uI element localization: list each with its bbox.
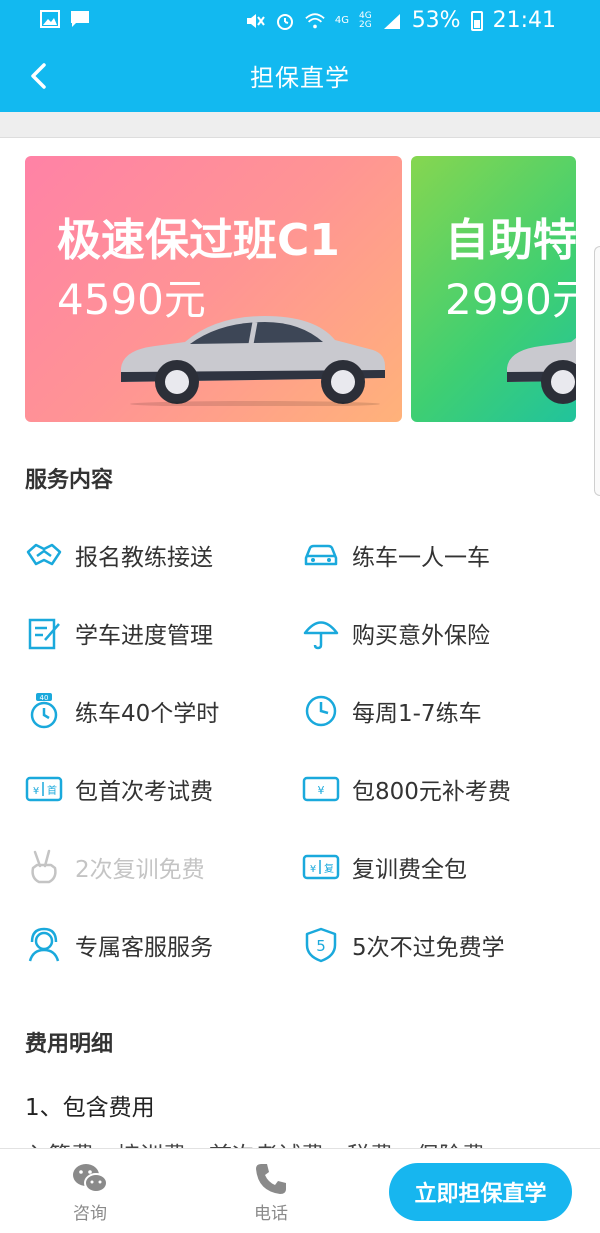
service-item: ¥ 包800元补考费 bbox=[302, 770, 511, 808]
service-item: 购买意外保险 bbox=[302, 614, 490, 652]
car-illustration bbox=[121, 316, 385, 406]
umbrella-icon bbox=[303, 621, 339, 650]
service-item: 40 练车40个学时 bbox=[25, 692, 219, 730]
mute-icon bbox=[246, 13, 265, 28]
service-item: 5 5次不过免费学 bbox=[302, 926, 505, 964]
service-label: 每周1-7练车 bbox=[352, 701, 482, 727]
service-label: 学车进度管理 bbox=[75, 623, 213, 649]
service-label: 包首次考试费 bbox=[75, 779, 213, 805]
clock-time: 21:41 bbox=[492, 8, 556, 33]
service-label: 练车一人一车 bbox=[352, 545, 490, 571]
wechat-icon bbox=[73, 1164, 108, 1193]
repeat-character: 复 bbox=[324, 862, 334, 875]
service-label: 5次不过免费学 bbox=[352, 935, 505, 961]
consult-tab[interactable]: 咨询 bbox=[50, 1161, 130, 1224]
stopwatch-40-icon: 40 bbox=[30, 693, 58, 729]
service-label: 专属客服服务 bbox=[75, 935, 213, 961]
image-notification-icon bbox=[40, 10, 60, 28]
status-bar: 4G 4G 2G 53% 21:41 bbox=[0, 0, 600, 42]
service-item: 学车进度管理 bbox=[25, 614, 213, 652]
service-item: ¥ 复 复训费全包 bbox=[302, 848, 467, 886]
bottom-action-bar: 咨询 电话 立即担保直学 bbox=[0, 1148, 600, 1233]
app-header-bar: 4G 4G 2G 53% 21:41 担保直学 bbox=[0, 0, 600, 112]
service-label: 2次复训免费 bbox=[75, 857, 205, 883]
yen-symbol: ¥ bbox=[33, 786, 39, 797]
clock-icon bbox=[305, 695, 337, 727]
section-title-fees: 费用明细 bbox=[25, 1032, 114, 1057]
stopwatch-digits: 40 bbox=[40, 694, 49, 702]
phone-label: 电话 bbox=[254, 1204, 288, 1224]
customer-service-icon bbox=[28, 927, 60, 962]
service-item: 专属客服服务 bbox=[25, 926, 213, 964]
package-card-express-c1[interactable]: 极速保过班C1 4590元 bbox=[25, 156, 402, 422]
message-notification-icon bbox=[71, 11, 89, 27]
yen-first-ticket-icon: ¥ 首 bbox=[25, 776, 63, 802]
service-label: 报名教练接送 bbox=[75, 545, 213, 571]
side-scroll-handle[interactable] bbox=[594, 246, 600, 496]
service-label: 练车40个学时 bbox=[75, 701, 220, 727]
service-label: 购买意外保险 bbox=[352, 623, 490, 649]
service-item: ¥ 首 包首次考试费 bbox=[25, 770, 213, 808]
battery-percent: 53% bbox=[411, 8, 461, 33]
car-illustration bbox=[507, 338, 576, 404]
signal-icon bbox=[383, 13, 400, 29]
shield-digit: 5 bbox=[316, 937, 326, 955]
yen-repeat-ticket-icon: ¥ 复 bbox=[302, 854, 340, 880]
service-item: 练车一人一车 bbox=[302, 536, 490, 574]
page-title: 担保直学 bbox=[250, 64, 350, 92]
package-carousel[interactable]: 极速保过班C1 4590元 自助特 2990元 bbox=[0, 138, 600, 438]
network-type-label: 4G bbox=[334, 14, 349, 26]
phone-icon bbox=[256, 1164, 286, 1194]
service-label: 包800元补考费 bbox=[352, 779, 511, 805]
network-type-stack: 4G 2G bbox=[358, 11, 372, 30]
header-divider bbox=[0, 112, 600, 138]
package-card-self-service[interactable]: 自助特 2990元 bbox=[411, 156, 576, 422]
service-item: 报名教练接送 bbox=[25, 536, 213, 574]
victory-hand-icon bbox=[31, 849, 57, 884]
title-bar: 担保直学 bbox=[0, 42, 600, 112]
yen-symbol: ¥ bbox=[310, 864, 316, 875]
battery-icon bbox=[470, 10, 483, 31]
package-name: 极速保过班C1 bbox=[57, 215, 340, 266]
package-name: 自助特 bbox=[445, 215, 576, 266]
shield-5-icon: 5 bbox=[305, 927, 337, 963]
service-label: 复训费全包 bbox=[352, 857, 467, 883]
wifi-icon bbox=[305, 12, 325, 28]
handshake-icon bbox=[26, 543, 62, 566]
yen-symbol: ¥ bbox=[318, 784, 325, 797]
consult-label: 咨询 bbox=[73, 1204, 107, 1224]
edit-note-icon bbox=[28, 618, 60, 650]
yen-ticket-icon: ¥ bbox=[302, 776, 340, 802]
alarm-icon bbox=[276, 13, 293, 30]
service-item: 每周1-7练车 bbox=[302, 692, 482, 730]
fee-included-heading: 1、包含费用 bbox=[25, 1095, 155, 1121]
section-title-services: 服务内容 bbox=[25, 468, 114, 493]
service-item-disabled: 2次复训免费 bbox=[25, 848, 205, 886]
guarantee-study-button[interactable]: 立即担保直学 bbox=[389, 1163, 572, 1221]
first-character: 首 bbox=[47, 784, 57, 797]
phone-tab[interactable]: 电话 bbox=[231, 1161, 311, 1224]
network-type-2g: 2G bbox=[358, 19, 372, 30]
car-icon bbox=[304, 544, 338, 566]
